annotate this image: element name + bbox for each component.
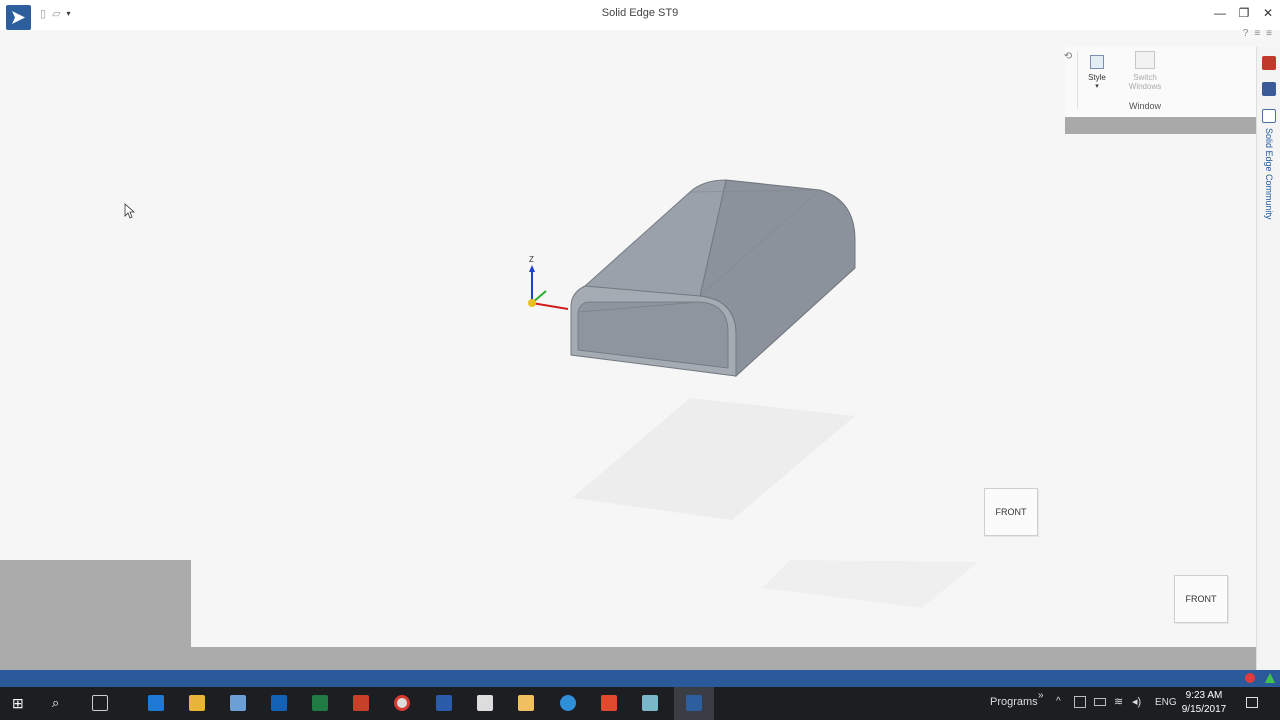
wifi-icon[interactable]: ≋ — [1114, 695, 1123, 708]
recorder-icon[interactable] — [477, 695, 493, 711]
volume-icon[interactable]: ◂) — [1132, 695, 1141, 708]
view-cube-secondary[interactable]: FRONT — [1174, 575, 1228, 623]
search-icon[interactable]: ⌕ — [52, 695, 68, 711]
chevron-right-icon[interactable]: » — [1038, 690, 1044, 701]
restore-button[interactable]: ❐ — [1232, 0, 1256, 26]
solid-edge-taskbar-button[interactable] — [674, 687, 714, 720]
minimize-button[interactable]: — — [1208, 0, 1232, 26]
tray-icon[interactable] — [1074, 696, 1086, 708]
excel-icon[interactable] — [312, 695, 328, 711]
window-title: Solid Edge ST9 — [601, 7, 679, 19]
upload-icon[interactable] — [1265, 673, 1275, 683]
bottom-panel — [191, 647, 1256, 670]
outlook-icon[interactable] — [271, 695, 287, 711]
start-icon[interactable]: ⊞ — [12, 695, 28, 711]
clock[interactable]: 9:23 AM 9/15/2017 — [1180, 689, 1228, 717]
media-player-icon[interactable] — [518, 695, 534, 711]
language-indicator[interactable]: ENG — [1155, 697, 1177, 708]
clock-time: 9:23 AM — [1185, 690, 1223, 701]
battery-icon[interactable] — [1094, 698, 1106, 706]
window-controls: — ❐ ✕ — [1208, 0, 1280, 26]
notifications-icon[interactable] — [1246, 697, 1258, 708]
community-icon[interactable] — [1262, 109, 1276, 123]
edge-icon[interactable] — [148, 695, 164, 711]
word-icon[interactable] — [436, 695, 452, 711]
close-button[interactable]: ✕ — [1256, 0, 1280, 26]
store-icon[interactable] — [230, 695, 246, 711]
title-bar: ▯ ▱ ▾ Solid Edge ST9 — ❐ ✕ — [0, 0, 1280, 30]
community-label[interactable]: Solid Edge Community — [1264, 128, 1274, 220]
youtube-icon[interactable] — [1262, 56, 1276, 70]
taskbar: ⊞ ⌕ Programs » ^ ≋ ◂) ENG 9:23 AM 9/15/2… — [0, 687, 1280, 720]
file-explorer-icon[interactable] — [189, 695, 205, 711]
view-cube[interactable]: FRONT — [984, 488, 1038, 536]
status-bar — [0, 670, 1280, 687]
coordinate-triad — [528, 265, 569, 310]
programs-toolbar[interactable]: Programs — [990, 696, 1038, 708]
show-hidden-icons[interactable]: ^ — [1056, 696, 1061, 707]
part-shadow — [572, 398, 855, 520]
part-shadow-secondary — [762, 560, 978, 608]
more-icon[interactable]: ≡ — [1266, 28, 1272, 39]
camtasia-icon[interactable] — [601, 695, 617, 711]
app-icon[interactable] — [642, 695, 658, 711]
mouse-cursor-icon — [124, 203, 136, 219]
internet-explorer-icon[interactable] — [560, 695, 576, 711]
task-view-icon[interactable] — [92, 695, 108, 711]
bottom-left-panel — [0, 560, 191, 670]
powerpoint-icon[interactable] — [353, 695, 369, 711]
facebook-icon[interactable] — [1262, 82, 1276, 96]
graphics-viewport[interactable]: Z — [0, 30, 1256, 647]
view-cube-secondary-face-label: FRONT — [1185, 594, 1217, 604]
part-model[interactable] — [570, 179, 856, 378]
clock-date: 9/15/2017 — [1181, 704, 1227, 715]
record-icon[interactable] — [1245, 673, 1255, 683]
triad-z-label: Z — [529, 255, 534, 264]
view-cube-face-label: FRONT — [995, 507, 1027, 517]
chrome-icon[interactable] — [394, 695, 410, 711]
solid-edge-icon — [686, 695, 702, 711]
